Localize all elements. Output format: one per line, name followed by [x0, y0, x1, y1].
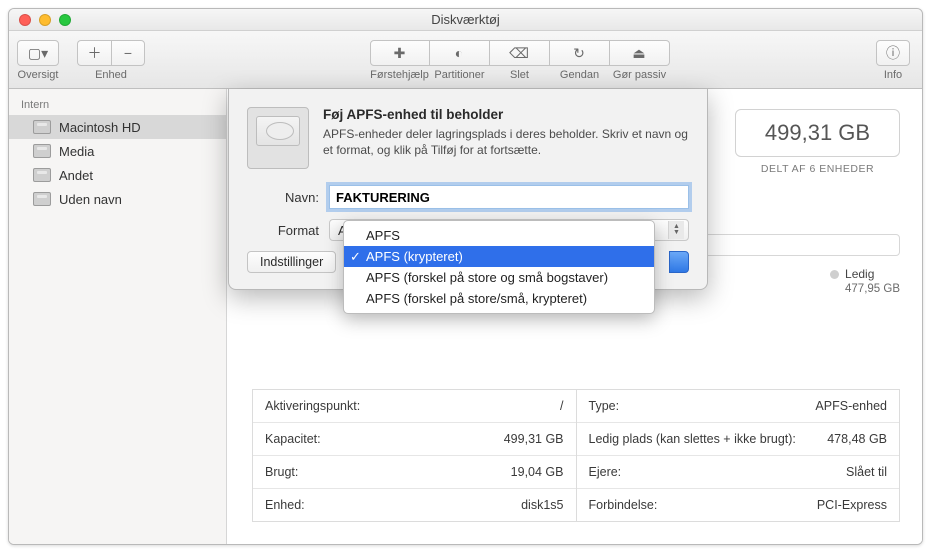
format-option-apfs-case-encrypted[interactable]: APFS (forskel på store/små, krypteret)	[344, 288, 654, 309]
restore-icon: ↻	[573, 45, 585, 62]
sidebar-icon: ▢▾	[28, 45, 48, 62]
sidebar-item-label: Andet	[59, 168, 93, 183]
erase-icon: ⌫	[509, 45, 529, 62]
hard-drive-icon	[247, 107, 309, 169]
toolbar-label-firstaid: Førstehjælp	[370, 69, 429, 81]
info-owners-value: Slået til	[846, 465, 887, 479]
check-icon: ✓	[350, 249, 361, 265]
chevron-updown-icon: ▲▼	[668, 221, 684, 239]
disk-icon	[33, 144, 51, 158]
size-options-label: Indstillinger	[260, 255, 323, 269]
sidebar-item-label: Macintosh HD	[59, 120, 141, 135]
disk-icon	[33, 120, 51, 134]
volume-remove-button[interactable]: −	[111, 40, 145, 66]
info-used-value: 19,04 GB	[511, 465, 564, 479]
toolbar-label-overview: Oversigt	[18, 69, 59, 81]
disk-icon	[33, 192, 51, 206]
info-table: Aktiveringspunkt: / Kapacitet: 499,31 GB B…	[252, 389, 900, 522]
eject-icon: ⏏	[632, 45, 645, 62]
sidebar: Intern Macintosh HD Media Andet Uden nav…	[9, 89, 227, 544]
info-connection-value: PCI-Express	[817, 498, 887, 512]
toolbar-label-info: Info	[884, 69, 902, 81]
titlebar: Diskværktøj	[9, 9, 922, 31]
toolbar-label-erase: Slet	[510, 69, 529, 81]
volume-add-icon: ＋	[88, 43, 102, 63]
capacity-subtitle: DELT AF 6 ENHEDER	[735, 163, 900, 175]
stethoscope-icon: ✚	[394, 45, 406, 62]
format-option-apfs-case[interactable]: APFS (forskel på store og små bogstaver)	[344, 267, 654, 288]
info-connection-label: Forbindelse:	[589, 498, 658, 512]
info-device-value: disk1s5	[521, 498, 563, 512]
size-options-button[interactable]: Indstillinger	[247, 251, 336, 273]
info-device-label: Enhed:	[265, 498, 305, 512]
erase-button[interactable]: ⌫	[490, 40, 550, 66]
sidebar-item-macintosh-hd[interactable]: Macintosh HD	[9, 115, 226, 139]
sidebar-item-uden-navn[interactable]: Uden navn	[9, 187, 226, 211]
sidebar-item-label: Uden navn	[59, 192, 122, 207]
unmount-button[interactable]: ⏏	[610, 40, 670, 66]
info-owners-label: Ejere:	[589, 465, 622, 479]
volume-add-button[interactable]: ＋	[77, 40, 111, 66]
capacity-value: 499,31 GB	[735, 109, 900, 157]
sheet-title: Føj APFS-enhed til beholder	[323, 107, 689, 122]
format-label: Format	[247, 223, 319, 238]
add-apfs-volume-sheet: Føj APFS-enhed til beholder APFS-enheder…	[228, 89, 708, 290]
info-free-label: Ledig plads (kan slettes + ikke brugt):	[589, 432, 796, 446]
toolbar-label-partition: Partitioner	[434, 69, 484, 81]
sidebar-toggle-button[interactable]: ▢▾	[17, 40, 59, 66]
info-capacity-value: 499,31 GB	[504, 432, 564, 446]
partition-button[interactable]: ◐	[430, 40, 490, 66]
add-button-fragment[interactable]	[669, 251, 689, 273]
disk-icon	[33, 168, 51, 182]
disk-utility-window: Diskværktøj ▢▾ Oversigt ＋ − Enhed ✚ Førs…	[8, 8, 923, 545]
legend-free-label: Ledig	[845, 267, 874, 281]
format-option-apfs-encrypted[interactable]: ✓APFS (krypteret)	[344, 246, 654, 267]
window-title: Diskværktøj	[9, 12, 922, 27]
sidebar-section-internal: Intern	[9, 95, 226, 115]
name-input[interactable]	[329, 185, 689, 209]
info-free-value: 478,48 GB	[827, 432, 887, 446]
toolbar-label-restore: Gendan	[560, 69, 599, 81]
name-label: Navn:	[247, 190, 319, 205]
pie-icon: ◐	[455, 45, 463, 61]
restore-button[interactable]: ↻	[550, 40, 610, 66]
volume-remove-icon: −	[124, 45, 132, 61]
toolbar-label-device: Enhed	[95, 69, 127, 81]
legend-dot-icon	[830, 270, 839, 279]
sheet-description: APFS-enheder deler lagringsplads i deres…	[323, 126, 689, 158]
first-aid-button[interactable]: ✚	[370, 40, 430, 66]
info-type-value: APFS-enhed	[815, 399, 887, 413]
info-mountpoint-value: /	[560, 399, 563, 413]
toolbar-label-unmount: Gør passiv	[613, 69, 666, 81]
toolbar: ▢▾ Oversigt ＋ − Enhed ✚ Førstehjælp ◐ Pa…	[9, 31, 922, 89]
info-button[interactable]: ⓘ	[876, 40, 910, 66]
sidebar-item-andet[interactable]: Andet	[9, 163, 226, 187]
format-dropdown: APFS ✓APFS (krypteret) APFS (forskel på …	[343, 220, 655, 314]
info-used-label: Brugt:	[265, 465, 298, 479]
legend-free-value: 477,95 GB	[845, 283, 900, 295]
info-mountpoint-label: Aktiveringspunkt:	[265, 399, 360, 413]
info-icon: ⓘ	[886, 43, 900, 63]
info-capacity-label: Kapacitet:	[265, 432, 321, 446]
sidebar-item-media[interactable]: Media	[9, 139, 226, 163]
sidebar-item-label: Media	[59, 144, 94, 159]
format-option-apfs[interactable]: APFS	[344, 225, 654, 246]
info-type-label: Type:	[589, 399, 620, 413]
